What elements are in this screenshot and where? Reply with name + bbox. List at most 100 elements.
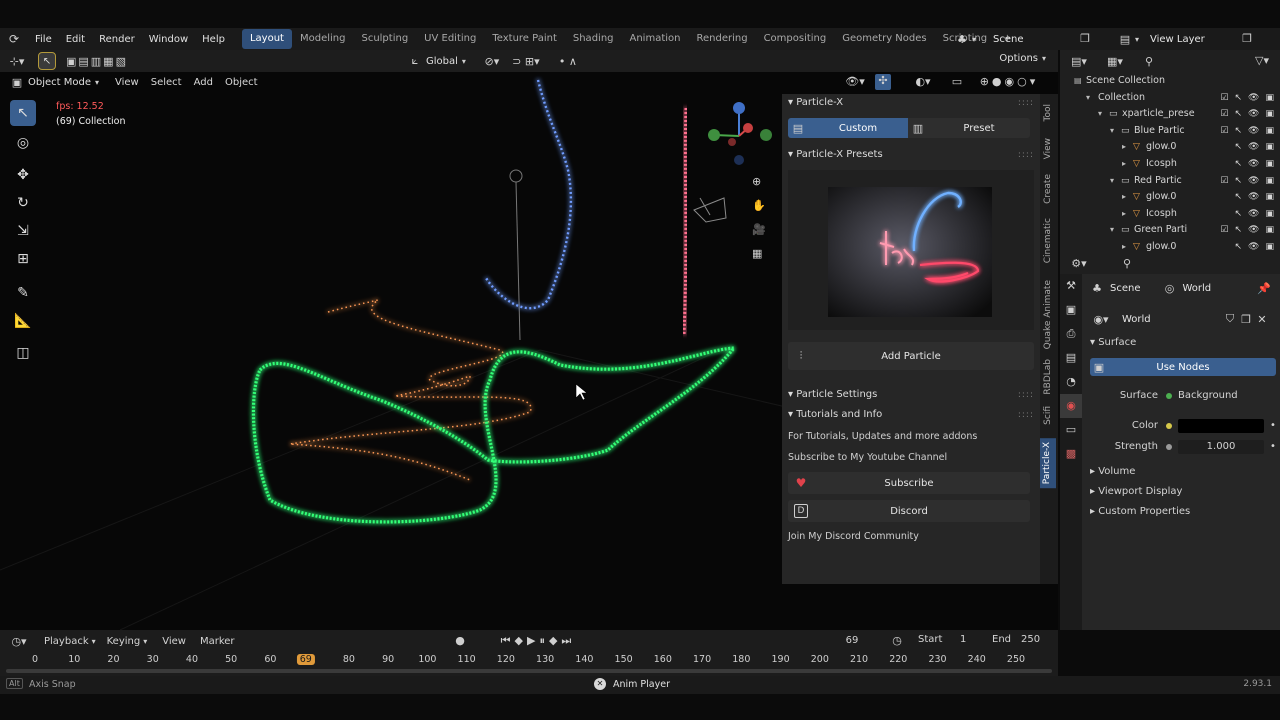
menu-window[interactable]: Window	[142, 34, 195, 45]
breadcrumb-world[interactable]: World	[1183, 283, 1212, 294]
select-icon[interactable]: ↖	[1235, 156, 1243, 173]
outliner-row[interactable]: ▾ ▭ Green Parti ☑ ↖ 👁 ▣	[1060, 222, 1280, 239]
close-circle-icon[interactable]: ✕	[594, 678, 606, 690]
chevron-right-icon[interactable]: ▸	[1122, 206, 1126, 223]
tab-geometry-nodes[interactable]: Geometry Nodes	[834, 29, 934, 49]
presets-header[interactable]: ▾ Particle-X Presets ::::	[782, 146, 1040, 164]
tab-animation[interactable]: Animation	[622, 29, 689, 49]
checkbox-icon[interactable]: ☑	[1220, 222, 1228, 239]
discord-button[interactable]: D Discord	[788, 500, 1030, 522]
preset-tab[interactable]: ▥ Preset	[908, 118, 1030, 138]
select-icon[interactable]: ↖	[1235, 189, 1243, 206]
tab-modeling[interactable]: Modeling	[292, 29, 354, 49]
view-layer-selector[interactable]: ▤ ▾ View Layer	[1118, 31, 1205, 47]
editor-type-icon[interactable]: ⚙▾	[1066, 257, 1092, 270]
chevron-down-icon[interactable]: ▾	[1110, 123, 1114, 140]
side-tab-scifi[interactable]: Scifi	[1043, 406, 1053, 425]
add-particle-button[interactable]: ⫶ Add Particle	[788, 342, 1034, 370]
clock-icon[interactable]: ◷	[890, 634, 904, 647]
close-icon[interactable]: ✕	[1254, 313, 1270, 326]
camera-icon[interactable]: ▣	[1265, 106, 1274, 123]
pin-icon[interactable]: 📌	[1257, 282, 1271, 295]
fake-user-icon[interactable]: ⛉	[1222, 312, 1238, 326]
custom-properties-section[interactable]: ▸ Custom Properties	[1090, 502, 1190, 522]
marker-menu[interactable]: Marker	[200, 636, 235, 647]
tab-sculpting[interactable]: Sculpting	[353, 29, 416, 49]
scene-collection-icon[interactable]: ▤	[1074, 73, 1082, 90]
custom-tab[interactable]: ▤ Custom	[788, 118, 908, 138]
checkbox-icon[interactable]: ☑	[1220, 90, 1228, 107]
world-props-icon[interactable]: ◉	[1060, 394, 1082, 418]
menu-help[interactable]: Help	[195, 34, 232, 45]
playback-menu[interactable]: Playback ▾	[44, 636, 99, 647]
chevron-right-icon[interactable]: ▸	[1122, 139, 1126, 156]
search-icon[interactable]: ⚲	[1142, 55, 1156, 68]
select-icon[interactable]: ↖	[1235, 222, 1243, 239]
eye-icon[interactable]: 👁	[1248, 106, 1259, 123]
eye-icon[interactable]: 👁	[1248, 222, 1259, 239]
volume-section[interactable]: ▸ Volume	[1090, 462, 1135, 482]
select-icon[interactable]: ↖	[1235, 90, 1243, 107]
camera-icon[interactable]: ▣	[1265, 222, 1274, 239]
menu-edit[interactable]: Edit	[59, 34, 92, 45]
display-mode-icon[interactable]: ▦▾	[1102, 55, 1128, 68]
world-icon[interactable]: ◉▾	[1090, 313, 1112, 326]
chevron-down-icon[interactable]: ▾	[1110, 173, 1114, 190]
timeline-scrollbar[interactable]	[6, 669, 1052, 673]
playback-controls-icon[interactable]: ⏮◆▶⏸◆⏭	[490, 634, 586, 648]
select-icon[interactable]: ↖	[1235, 106, 1243, 123]
preset-preview-image[interactable]	[828, 187, 992, 317]
eye-icon[interactable]: 👁	[1248, 206, 1259, 223]
start-field[interactable]: 1	[960, 634, 966, 645]
viewport-display-section[interactable]: ▸ Viewport Display	[1090, 482, 1182, 502]
eye-icon[interactable]: 👁	[1248, 189, 1259, 206]
select-icon[interactable]: ↖	[1235, 139, 1243, 156]
texture-props-icon[interactable]: ▩	[1060, 442, 1082, 466]
checkbox-icon[interactable]: ☑	[1220, 173, 1228, 190]
side-tab-quake-animate[interactable]: Quake Animate	[1043, 280, 1053, 349]
eye-icon[interactable]: 👁	[1248, 156, 1259, 173]
editor-type-icon[interactable]: ▤▾	[1066, 55, 1092, 68]
chevron-right-icon[interactable]: ▸	[1122, 156, 1126, 173]
keyframe-dot-icon[interactable]: •	[1270, 416, 1276, 436]
copy-scene-icon[interactable]: ❐	[1078, 32, 1092, 45]
select-icon[interactable]: ↖	[1235, 206, 1243, 223]
filter-icon[interactable]: ▽▾	[1252, 54, 1272, 67]
keying-menu[interactable]: Keying ▾	[107, 636, 151, 647]
view-layer-props-icon[interactable]: ▤	[1060, 346, 1082, 370]
outliner-row[interactable]: ▸ ▽ glow.0 ↖ 👁 ▣	[1060, 139, 1280, 156]
tutorials-header[interactable]: ▾ Tutorials and Info ::::	[782, 406, 1040, 424]
search-icon[interactable]: ⚲	[1120, 257, 1134, 270]
camera-icon[interactable]: ▣	[1265, 206, 1274, 223]
drag-grip-icon[interactable]: ::::	[1018, 146, 1034, 164]
strength-field[interactable]: 1.000	[1178, 440, 1264, 454]
playhead[interactable]: 69	[296, 654, 315, 665]
tool-props-icon[interactable]: ⚒	[1060, 274, 1082, 298]
navigation-gizmo[interactable]	[704, 100, 774, 170]
drag-grip-icon[interactable]: ::::	[1018, 94, 1034, 112]
tab-layout[interactable]: Layout	[241, 29, 292, 49]
camera-icon[interactable]: ▣	[1265, 139, 1274, 156]
surface-value[interactable]: Background	[1178, 386, 1238, 406]
eye-icon[interactable]: 👁	[1248, 139, 1259, 156]
camera-view-icon[interactable]: 🎥	[752, 218, 766, 242]
particlex-header[interactable]: ▾ Particle-X ::::	[782, 94, 1040, 112]
record-icon[interactable]: ●	[454, 634, 466, 647]
eye-icon[interactable]: 👁	[1248, 123, 1259, 140]
outliner-row[interactable]: ▸ ▽ glow.0 ↖ 👁 ▣	[1060, 189, 1280, 206]
pan-hand-icon[interactable]: ✋	[752, 194, 766, 218]
drag-grip-icon[interactable]: ::::	[1018, 406, 1034, 424]
eye-icon[interactable]: 👁	[1248, 173, 1259, 190]
3d-viewport[interactable]: ⊹▾ ↖ ▣▤▥▦▧ ⟀ Global ▾ ⊘▾ ⊃ ⊞▾ • ∧ Option…	[0, 50, 1058, 630]
editor-type-icon[interactable]: ◷▾	[6, 635, 32, 648]
camera-icon[interactable]: ▣	[1265, 189, 1274, 206]
side-tab-view[interactable]: View	[1043, 138, 1053, 159]
select-icon[interactable]: ↖	[1235, 173, 1243, 190]
outliner-row[interactable]: ▸ ▽ Icosph ↖ 👁 ▣	[1060, 156, 1280, 173]
outliner-row[interactable]: ▾ ▭ Blue Partic ☑ ↖ 👁 ▣	[1060, 123, 1280, 140]
eye-icon[interactable]: 👁	[1248, 90, 1259, 107]
duplicate-icon[interactable]: ❐	[1238, 313, 1254, 326]
side-tab-tool[interactable]: Tool	[1043, 104, 1053, 121]
tab-rendering[interactable]: Rendering	[688, 29, 755, 49]
camera-icon[interactable]: ▣	[1265, 173, 1274, 190]
